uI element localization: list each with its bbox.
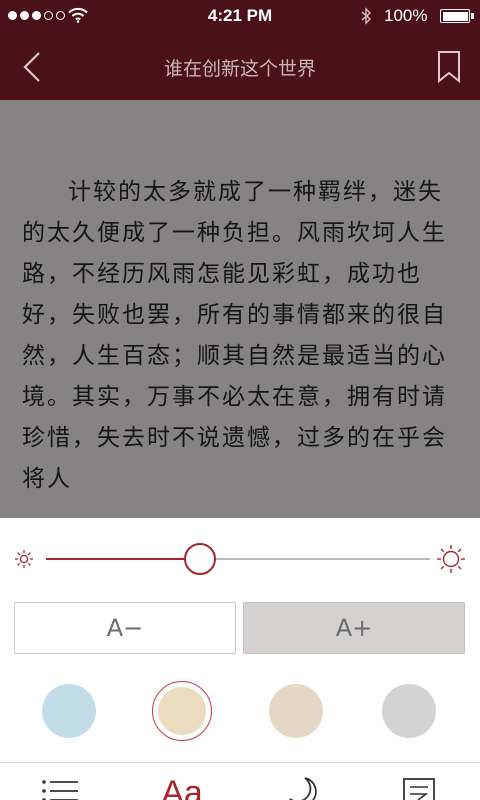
back-chevron-icon[interactable] [18,50,46,84]
brightness-slider-thumb[interactable] [184,543,216,575]
book-paragraph: 计较的太多就成了一种羁绊，迷失的太久便成了一种负担。风雨坎坷人生路，不经历风雨怎… [22,179,447,492]
reading-settings-panel: A− A+ [0,518,480,762]
font-increase-button[interactable]: A+ [243,602,465,654]
nav-bar: 谁在创新这个世界 [0,32,480,100]
theme-swatch-cream[interactable] [152,681,212,741]
sun-large-icon [437,545,465,573]
list-icon [42,780,78,800]
night-mode-button[interactable] [270,763,330,800]
edit-icon [403,778,435,800]
bookmark-icon[interactable] [436,50,462,84]
sun-small-icon [15,550,33,568]
moon-icon [289,777,317,800]
font-settings-button[interactable]: Aa [152,763,212,800]
book-title: 谁在创新这个世界 [163,58,316,80]
note-button[interactable] [390,763,450,800]
theme-swatch-gray[interactable] [382,684,436,738]
toc-button[interactable] [30,763,90,800]
theme-swatch-beige[interactable] [269,684,323,738]
font-decrease-button[interactable]: A− [14,602,236,654]
battery-percentage: 100% [384,6,428,25]
brightness-slider-fill [46,558,200,560]
font-icon: Aa [161,774,203,800]
bluetooth-icon [361,7,372,25]
bottom-toolbar: Aa [0,762,480,800]
battery-icon [440,9,474,23]
brightness-slider[interactable] [46,543,430,575]
reader-content[interactable]: 计较的太多就成了一种羁绊，迷失的太久便成了一种负担。风雨坎坷人生路，不经历风雨怎… [0,100,480,518]
status-bar: 4:21 PM 100% [0,0,480,32]
theme-swatch-blue[interactable] [42,684,96,738]
